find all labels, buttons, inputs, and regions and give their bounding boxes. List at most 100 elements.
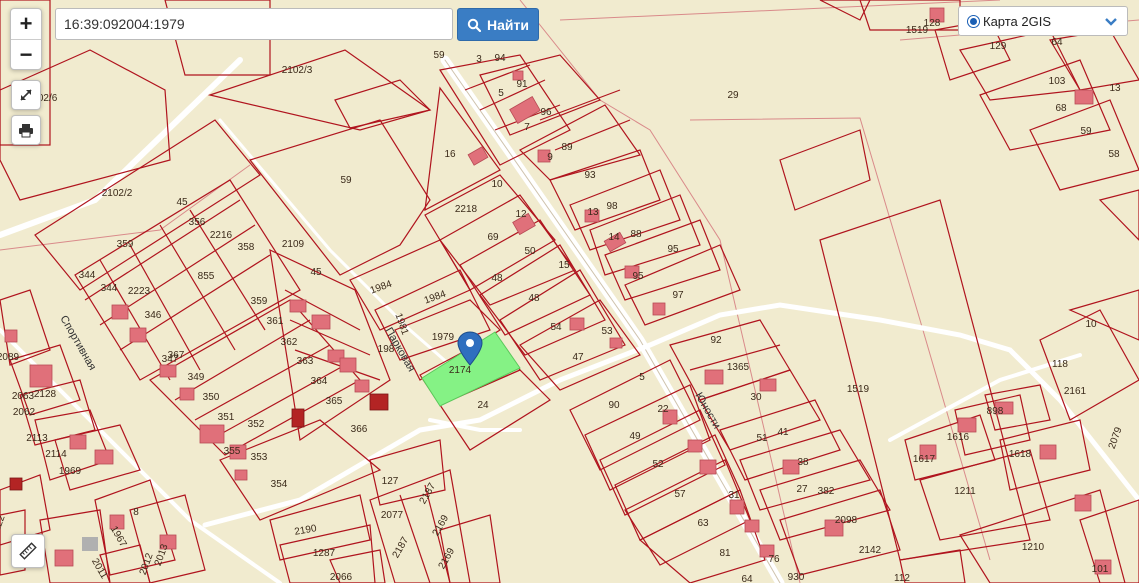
parcel-label: 2109 [282,239,305,250]
parcel-label: 81 [719,548,731,559]
zoom-in-button[interactable]: + [11,9,41,39]
parcel-label: 38 [797,457,809,468]
parcel-label: 59 [340,175,352,186]
parcel-label: 16 [444,149,456,160]
parcel-label: 45 [176,197,188,208]
parcel-label: 101 [1092,564,1109,575]
parcel-label: 52 [652,459,664,470]
parcel-label: 45 [310,267,322,278]
parcel-label: 48 [528,293,540,304]
parcel-label: 2066 [330,572,353,583]
parcel-label: 2098 [835,515,858,526]
parcel-label: 2102/2 [102,188,133,199]
parcel-label: 51 [756,433,768,444]
layer-label: Карта 2GIS [983,13,1052,29]
measure-button[interactable] [11,534,45,568]
parcel-label: 2174 [449,365,472,376]
parcel-label: 64 [741,574,753,583]
parcel-label: 350 [203,392,220,403]
parcel-label: 1616 [947,432,970,443]
parcel-label: 98 [606,201,618,212]
cadastral-search-input[interactable] [55,8,453,40]
parcel-label: 362 [281,337,298,348]
map-layer-select[interactable]: Карта 2GIS [958,6,1128,36]
parcel-label: 2128 [34,389,57,400]
parcel-label: 8 [133,507,139,518]
parcel-label: 57 [674,489,686,500]
parcel-label: 118 [1052,359,1068,370]
parcel-label: 31 [728,490,740,501]
ruler-icon [19,542,37,560]
parcel-label: 96 [540,107,552,118]
parcel-label: 359 [117,239,134,250]
search-button-label: Найти [487,16,529,33]
print-icon [19,124,33,138]
parcel-label: 5 [639,372,645,383]
parcel-label: 127 [382,476,399,487]
parcel-label: 128 [924,18,941,29]
parcel-label: 382 [818,486,835,497]
parcel-label: 2063 [12,391,35,402]
parcel-label: 930 [788,572,805,583]
parcel-label: 64 [1051,37,1063,48]
parcel-label: 1618 [1009,449,1032,460]
parcel-label: 48 [491,273,503,284]
parcel-label: 5 [498,88,504,99]
parcel-label: 1969 [59,466,82,477]
search-button[interactable]: Найти [457,8,539,41]
parcel-label: 2218 [455,204,478,215]
parcel-label: 354 [271,479,288,490]
fullscreen-button[interactable] [11,80,41,110]
parcel-label: 364 [311,376,328,387]
parcel-label: 69 [487,232,499,243]
layer-radio[interactable] [967,14,980,28]
parcel-label: 2089 [0,352,20,363]
parcel-label: 97 [672,290,684,301]
parcel-label: 367 [168,350,185,361]
parcel-label: 349 [188,372,205,383]
parcel-label: 344 [101,283,118,294]
parcel-label: 1519 [847,384,870,395]
parcel-label: 352 [248,419,265,430]
parcel-label: 30 [750,392,762,403]
zoom-out-button[interactable]: − [11,39,41,70]
parcel-label: 12 [515,209,527,220]
parcel-label: 9 [547,152,553,163]
parcel-label: 94 [494,53,506,64]
parcel-label: 13 [1109,83,1121,94]
parcel-label: 363 [297,356,314,367]
parcel-label: 855 [198,271,215,282]
parcel-label: 1211 [954,486,976,497]
parcel-label: 13 [587,207,599,218]
parcel-label: 93 [584,170,596,181]
parcel-label: 22 [657,404,669,415]
chevron-down-icon [1105,18,1117,26]
parcel-label: 2142 [859,545,882,556]
parcel-label: 2161 [1064,386,1087,397]
print-button[interactable] [11,115,41,145]
parcel-label: 2102/3 [282,65,313,76]
parcel-label: 1979 [432,332,455,343]
parcel-label: 2062 [13,407,36,418]
parcel-label: 63 [697,518,709,529]
cadastral-map[interactable]: 2102/32102/62102/25959 949196899398889595… [0,0,1139,583]
parcel-label: 27 [796,484,808,495]
parcel-label: 89 [561,142,573,153]
parcel-label: 1365 [727,362,750,373]
parcel-label: 2077 [381,510,404,521]
parcel-label: 49 [629,431,641,442]
parcel-label: 2216 [210,230,233,241]
parcel-label: 356 [189,217,206,228]
zoom-control: + − [10,8,42,70]
parcel-label: 351 [218,412,235,423]
parcel-label: 1617 [913,454,936,465]
parcel-label: 3 [476,54,482,65]
parcel-label: 59 [433,50,445,61]
parcel-label: 2114 [45,449,67,460]
parcel-label: 76 [768,554,780,565]
parcel-label: 112 [894,573,910,583]
parcel-label: 88 [630,229,642,240]
parcel-label: 53 [601,326,613,337]
parcel-label: 1210 [1022,542,1045,553]
parcel-label: 29 [727,90,739,101]
